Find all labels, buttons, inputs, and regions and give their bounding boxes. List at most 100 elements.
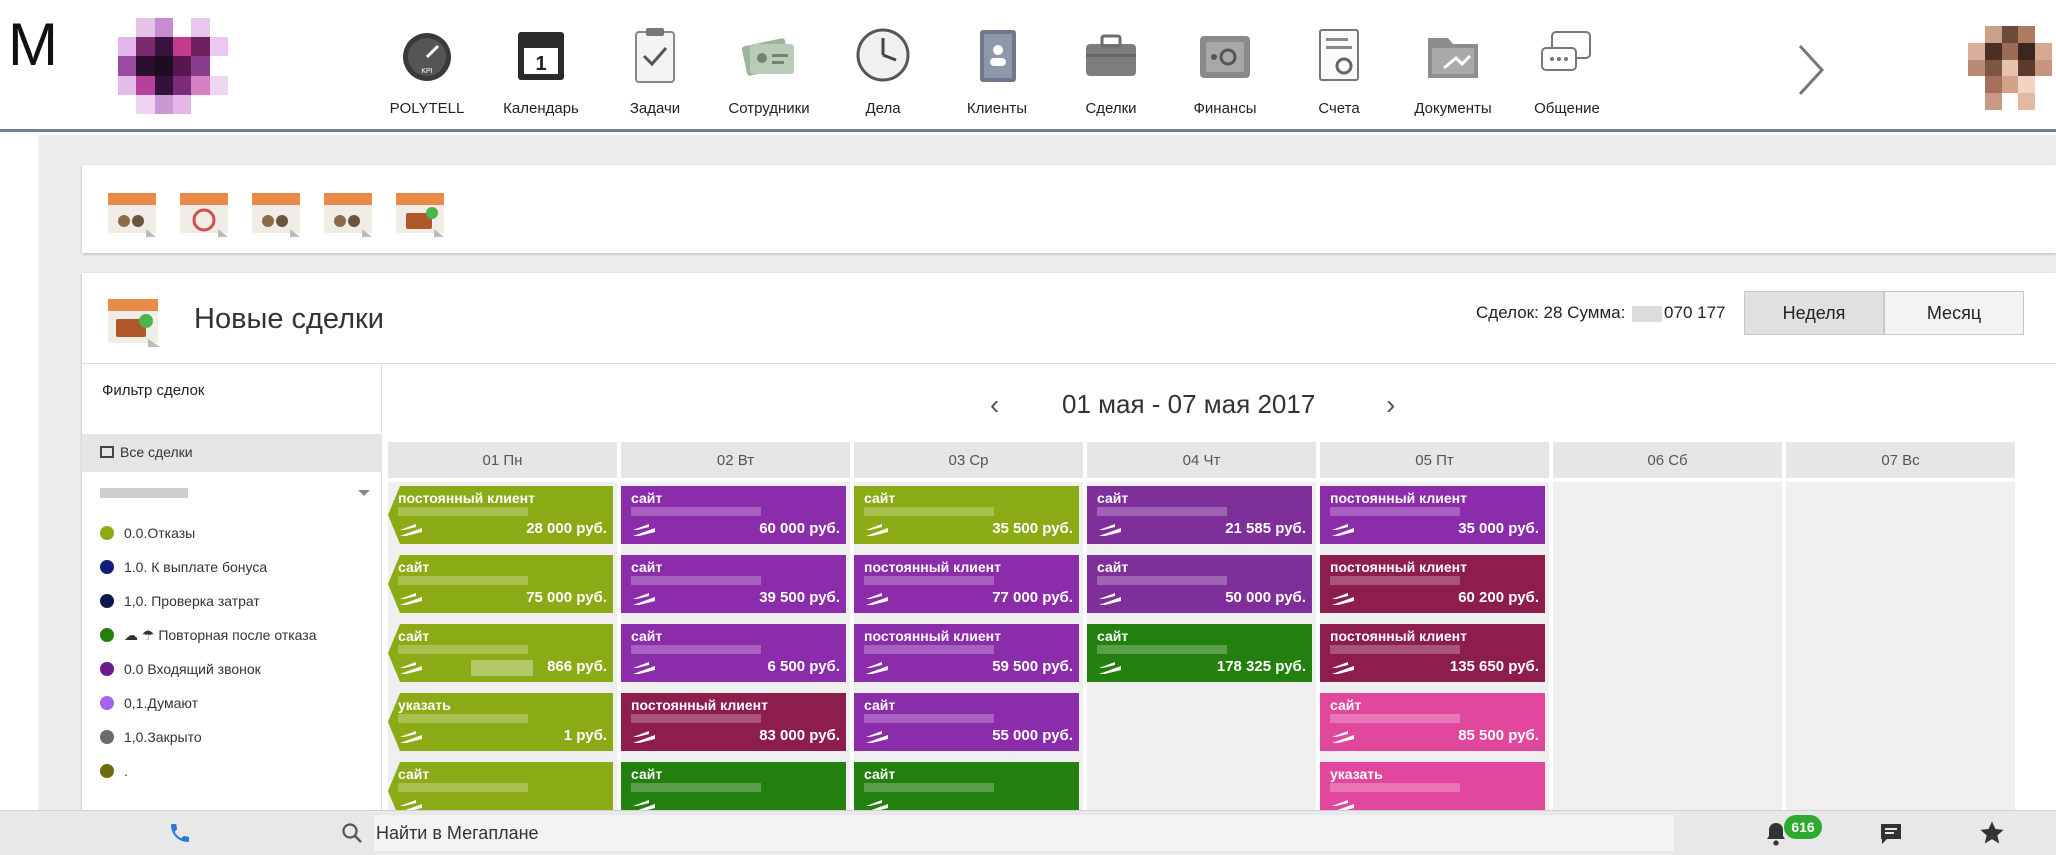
company-logo[interactable] [118,18,228,114]
search-icon[interactable] [340,821,364,845]
folder-icon [1428,38,1478,78]
day-column[interactable] [1786,482,2015,813]
deal-card[interactable]: сайт 866 руб. [388,624,613,682]
deal-card[interactable]: постоянный клиент 28 000 руб. [388,486,613,544]
deals-summary: Сделок: 28 Сумма: 070 177 [1476,303,1725,323]
month-view-button[interactable]: Месяц [1884,291,2024,335]
deal-card[interactable]: сайт 75 000 руб. [388,555,613,613]
deal-source: сайт [398,766,430,782]
status-dot-icon [100,526,114,540]
caret-down-icon [358,490,370,496]
deal-card[interactable]: постоянный клиент 83 000 руб. [621,693,846,751]
calendar-people-shortcut-icon[interactable] [248,185,304,241]
deal-card[interactable]: постоянный клиент 135 650 руб. [1320,624,1545,682]
redacted-value [1632,305,1663,322]
deal-card[interactable]: постоянный клиент 60 200 руб. [1320,555,1545,613]
avatar[interactable] [1968,26,2052,110]
nav-item-7[interactable]: Финансы [1168,0,1282,132]
deal-card[interactable]: сайт 50 000 руб. [1087,555,1312,613]
deal-card[interactable]: сайт 6 500 руб. [621,624,846,682]
nav-item-label: Клиенты [966,100,1028,117]
redacted-client [398,714,528,723]
deal-card[interactable]: сайт 60 000 руб. [621,486,846,544]
redacted-client [1097,576,1227,585]
week-view-button[interactable]: Неделя [1744,291,1884,335]
phone-icon[interactable] [168,821,192,845]
calendar-people-shortcut-icon[interactable] [320,185,376,241]
day-column[interactable]: постоянный клиент 35 000 руб. постоянный к… [1320,482,1549,820]
deal-amount: 39 500 руб. [759,589,840,606]
deal-source: сайт [864,490,896,506]
calendar-briefcase-icon [108,299,160,347]
star-icon[interactable] [1978,819,2006,847]
nav-item-10[interactable]: Общение [1510,0,1624,132]
filter-item[interactable]: 1,0. Проверка затрат [100,586,260,616]
status-dot-icon [100,662,114,676]
filter-item[interactable]: . [100,756,128,786]
filter-dropdown[interactable] [100,480,380,508]
day-column[interactable]: сайт 35 500 руб. постоянный клиент 77 000 р… [854,482,1083,820]
deal-arrow-icon [400,731,422,743]
deal-card[interactable]: постоянный клиент 77 000 руб. [854,555,1079,613]
filter-item[interactable]: 1,0.Закрыто [100,722,202,752]
deal-source: постоянный клиент [631,697,768,713]
calendar-people-shortcut-icon[interactable] [104,185,160,241]
deal-arrow-icon [1332,731,1354,743]
deal-source: сайт [864,697,896,713]
deal-card[interactable]: сайт 35 500 руб. [854,486,1079,544]
deal-card[interactable]: постоянный клиент 59 500 руб. [854,624,1079,682]
deal-source: сайт [631,628,663,644]
calendar-briefcase-shortcut-icon[interactable] [392,185,448,241]
deal-card[interactable]: указать 1 руб. [388,693,613,751]
deals-summary-prefix: Сделок: 28 Сумма: [1476,303,1631,322]
all-deals-filter[interactable]: Все сделки [82,434,382,472]
filter-item[interactable]: 0.0.Отказы [100,518,195,548]
deal-source: сайт [398,559,430,575]
nav-item-8[interactable]: Счета [1282,0,1396,132]
redacted-client [631,783,761,792]
deal-source: сайт [1097,628,1129,644]
deal-amount: 85 500 руб. [1458,727,1539,744]
deal-source: постоянный клиент [398,490,535,506]
filter-item[interactable]: ☁ ☂ Повторная после отказа [100,620,317,650]
copy-icon [100,446,114,458]
next-week-button[interactable]: › [1386,389,1395,421]
deal-card[interactable]: постоянный клиент 35 000 руб. [1320,486,1545,544]
deal-card[interactable]: сайт 21 585 руб. [1087,486,1312,544]
day-column[interactable]: сайт 60 000 руб. сайт 39 500 руб. сайт 6 500 … [621,482,850,820]
deal-card[interactable]: сайт 55 000 руб. [854,693,1079,751]
nav-item-9[interactable]: Документы [1396,0,1510,132]
deal-source: постоянный клиент [1330,490,1467,506]
redacted-client [398,645,528,654]
chat-icon[interactable] [1878,821,1904,847]
day-column[interactable]: постоянный клиент 28 000 руб. сайт 75 000 р… [388,482,617,820]
day-column[interactable] [1553,482,1782,813]
nav-item-0[interactable]: KPI POLYTELL [370,0,484,132]
previous-week-button[interactable]: ‹ [990,389,999,421]
filter-item[interactable]: 1.0. К выплате бонуса [100,552,267,582]
deal-source: постоянный клиент [1330,628,1467,644]
chevron-right-icon[interactable] [1790,40,1830,100]
deal-amount: 21 585 руб. [1225,520,1306,537]
nav-item-4[interactable]: Дела [826,0,940,132]
nav-item-2[interactable]: Задачи [598,0,712,132]
nav-item-1[interactable]: 1 Календарь [484,0,598,132]
main-nav: KPI POLYTELL 1 Календарь Задачи Сотрудники Дел… [370,0,1624,132]
calendar-gauge-shortcut-icon[interactable] [176,185,232,241]
deal-card[interactable]: сайт 39 500 руб. [621,555,846,613]
nav-item-3[interactable]: Сотрудники [712,0,826,132]
notification-badge: 616 [1784,815,1822,839]
filter-item[interactable]: 0.0 Входящий звонок [100,654,261,684]
nav-item-label: Сотрудники [728,100,810,117]
nav-item-label: Дела [865,100,901,117]
nav-item-5[interactable]: Клиенты [940,0,1054,132]
day-column[interactable]: сайт 21 585 руб. сайт 50 000 руб. сайт 178 32… [1087,482,1316,813]
search-input[interactable] [374,815,1674,851]
deal-card[interactable]: сайт 85 500 руб. [1320,693,1545,751]
redacted-client [1097,645,1227,654]
filter-item[interactable]: 0,1.Думают [100,688,198,718]
nav-item-6[interactable]: Сделки [1054,0,1168,132]
deal-card[interactable]: сайт 178 325 руб. [1087,624,1312,682]
filter-item-label: 1.0. К выплате бонуса [124,559,268,575]
deal-arrow-icon [1332,662,1354,674]
